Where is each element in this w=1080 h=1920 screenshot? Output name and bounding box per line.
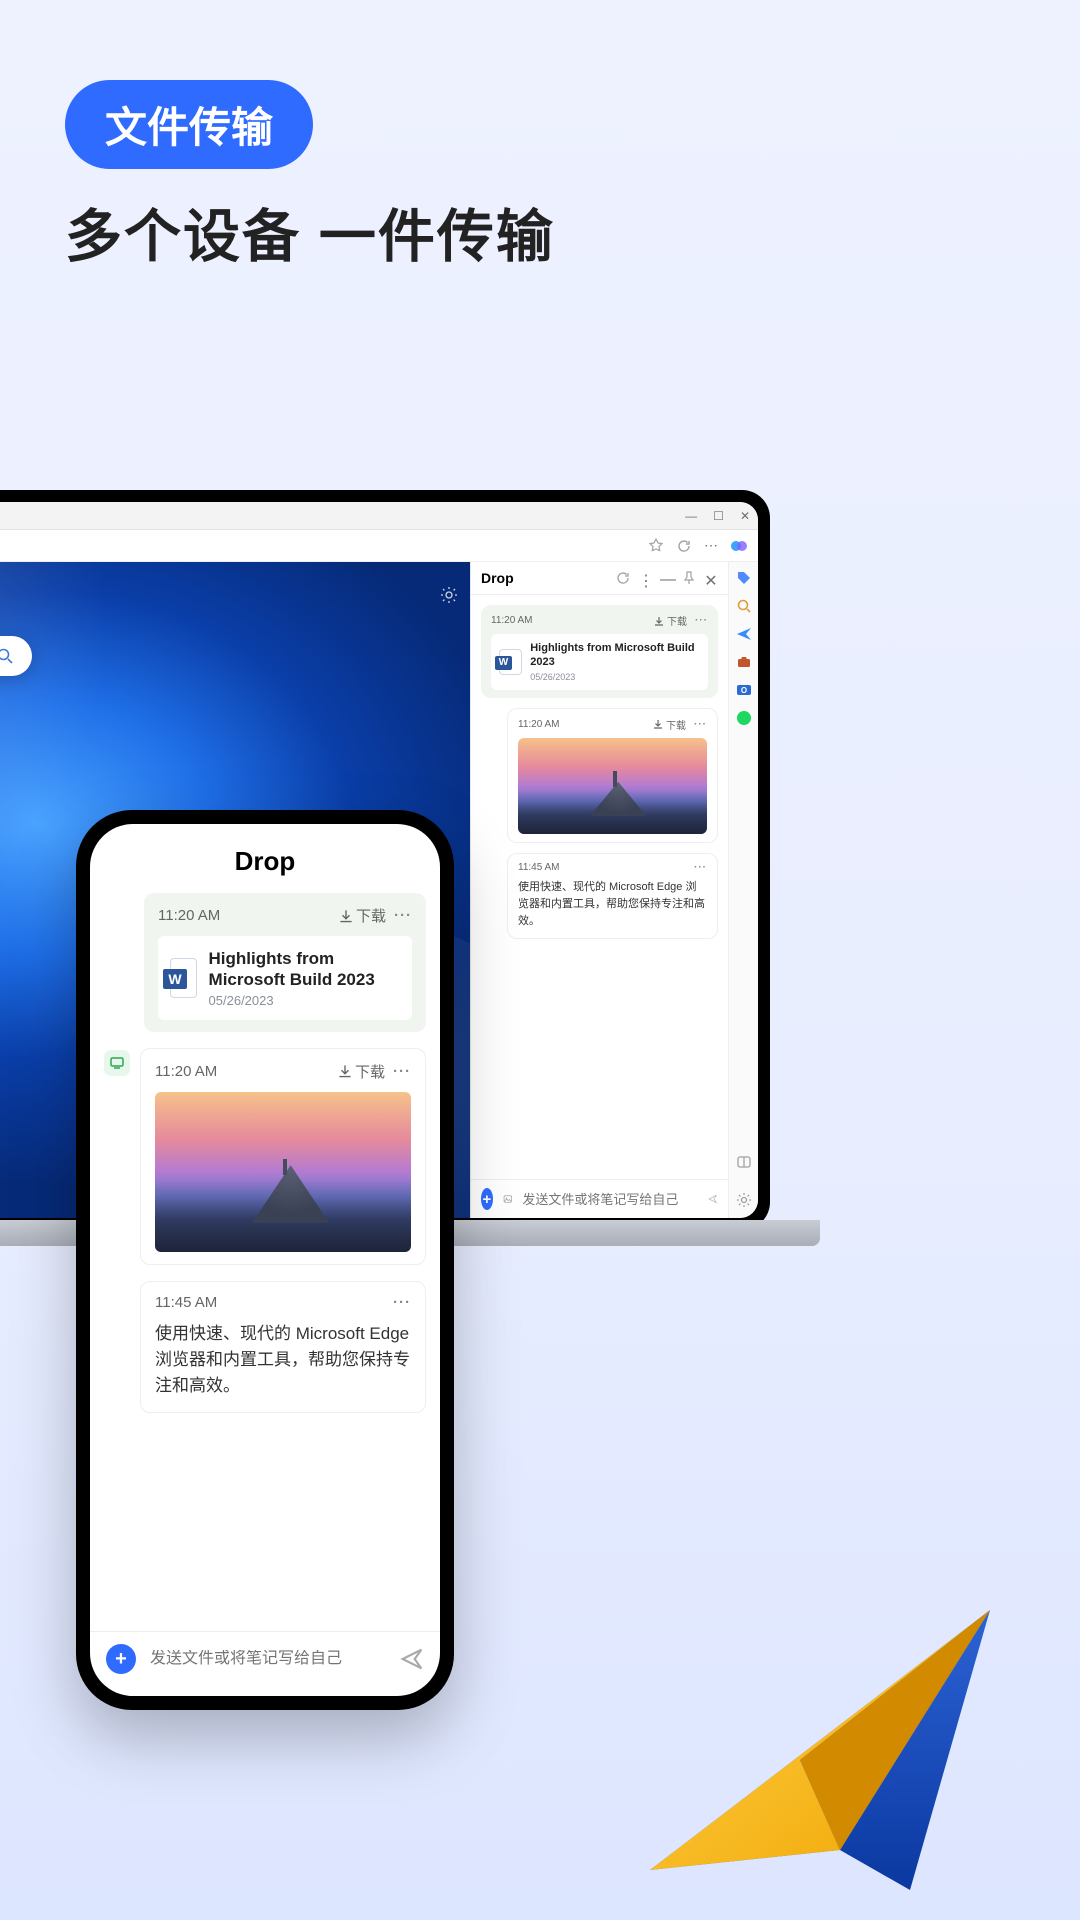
drop-card-text[interactable]: 11:45 AM ··· 使用快速、现代的 Microsoft Edge 浏览器…: [507, 853, 718, 939]
rail-settings-icon[interactable]: [736, 1192, 752, 1208]
drop-card-file[interactable]: 11:20 AM 下载 ··· Highlights from Microsof…: [144, 893, 426, 1032]
message-more-icon[interactable]: ···: [695, 615, 708, 626]
send-icon[interactable]: [708, 1190, 718, 1208]
phone-drop-title: Drop: [90, 824, 440, 893]
file-name: Highlights from Microsoft Build 2023: [530, 642, 700, 670]
rail-tag-icon[interactable]: [736, 570, 752, 586]
browser-tabstrip: — ☐ ✕: [0, 502, 758, 530]
download-button[interactable]: 下载: [653, 717, 686, 732]
download-button[interactable]: 下载: [654, 613, 687, 628]
window-close-icon[interactable]: ✕: [740, 509, 750, 523]
svg-text:O: O: [740, 686, 746, 695]
file-date: 05/26/2023: [209, 993, 400, 1008]
message-more-icon[interactable]: ···: [694, 862, 707, 873]
drop-card-photo[interactable]: 11:20 AM 下载 ···: [507, 708, 718, 843]
send-icon[interactable]: [400, 1647, 424, 1671]
sync-icon[interactable]: [616, 571, 630, 585]
pin-icon[interactable]: [682, 571, 696, 585]
browser-toolbar: ⋯: [0, 530, 758, 562]
file-attachment[interactable]: Highlights from Microsoft Build 2023 05/…: [158, 936, 412, 1020]
word-file-icon: [170, 958, 197, 998]
hero-pill: 文件传输: [65, 80, 313, 169]
hero-title: 多个设备 一件传输: [65, 191, 1015, 273]
photo-attachment[interactable]: [155, 1092, 411, 1252]
refresh-icon[interactable]: [676, 538, 692, 554]
download-button[interactable]: 下载: [339, 905, 386, 926]
file-attachment[interactable]: Highlights from Microsoft Build 2023 05/…: [491, 634, 708, 690]
window-controls: — ☐ ✕: [685, 509, 750, 523]
message-text: 使用快速、现代的 Microsoft Edge 浏览器和内置工具，帮助您保持专注…: [518, 879, 707, 930]
drop-message: 11:20 AM 下载 ··· Highlights from Microsof…: [481, 605, 718, 698]
file-name: Highlights from Microsoft Build 2023: [209, 948, 400, 991]
window-maximize-icon[interactable]: ☐: [713, 509, 724, 523]
drop-message: 11:20 AM 下载 ···: [104, 1048, 426, 1265]
panel-more-icon[interactable]: ⋮: [638, 571, 652, 585]
more-icon[interactable]: ⋯: [704, 537, 718, 554]
message-time: 11:20 AM: [155, 1063, 217, 1080]
drop-card-file[interactable]: 11:20 AM 下载 ··· Highlights from Microsof…: [481, 605, 718, 698]
drop-card-photo[interactable]: 11:20 AM 下载 ···: [140, 1048, 426, 1265]
file-date: 05/26/2023: [530, 672, 700, 682]
message-more-icon[interactable]: ···: [694, 719, 707, 730]
window-minimize-icon[interactable]: —: [685, 509, 697, 523]
favorites-icon[interactable]: [648, 538, 664, 554]
download-button[interactable]: 下载: [338, 1061, 385, 1082]
drop-message: 11:45 AM ··· 使用快速、现代的 Microsoft Edge 浏览器…: [507, 853, 718, 939]
add-button[interactable]: +: [106, 1644, 136, 1674]
compose-input[interactable]: [522, 1192, 698, 1207]
message-time: 11:45 AM: [155, 1294, 217, 1311]
rail-outlook-icon[interactable]: O: [736, 682, 752, 698]
phone-frame: Drop 11:20 AM 下载 ··· Highlights from Mic…: [76, 810, 454, 1710]
panel-minimize-icon[interactable]: —: [660, 571, 674, 585]
search-icon: [0, 647, 14, 665]
rail-briefcase-icon[interactable]: [736, 654, 752, 670]
message-more-icon[interactable]: ···: [393, 1063, 411, 1080]
message-time: 11:20 AM: [158, 907, 220, 924]
drop-panel-header: Drop ⋮ — ✕: [471, 562, 728, 595]
word-file-icon: [499, 649, 522, 675]
drop-message: 11:20 AM 下载 ··· Highlights from Microsof…: [144, 893, 426, 1032]
message-text: 使用快速、现代的 Microsoft Edge 浏览器和内置工具，帮助您保持专注…: [155, 1321, 411, 1400]
panel-close-icon[interactable]: ✕: [704, 571, 718, 585]
message-time: 11:20 AM: [518, 719, 560, 730]
message-more-icon[interactable]: ···: [393, 1294, 411, 1311]
phone-feed: 11:20 AM 下载 ··· Highlights from Microsof…: [90, 893, 440, 1631]
drop-compose-bar: +: [471, 1179, 728, 1218]
drop-message: 11:20 AM 下载 ···: [507, 708, 718, 843]
phone-compose-bar: +: [90, 1631, 440, 1696]
page-settings-icon[interactable]: [440, 586, 458, 604]
message-time: 11:20 AM: [491, 615, 533, 626]
drop-panel-title: Drop: [481, 570, 514, 586]
copilot-icon[interactable]: [730, 537, 748, 555]
browser-sidebar-rail: O: [728, 562, 758, 1218]
message-time: 11:45 AM: [518, 862, 560, 873]
hero: 文件传输 多个设备 一件传输: [0, 0, 1080, 273]
phone-screen: Drop 11:20 AM 下载 ··· Highlights from Mic…: [90, 824, 440, 1696]
rail-drop-icon[interactable]: [736, 626, 752, 642]
device-pc-icon: [104, 1050, 130, 1076]
message-more-icon[interactable]: ···: [394, 907, 412, 924]
ntp-search-bar[interactable]: [0, 636, 32, 676]
rail-split-icon[interactable]: [736, 1154, 752, 1170]
rail-search-icon[interactable]: [736, 598, 752, 614]
add-button[interactable]: +: [481, 1188, 493, 1210]
paper-plane-illustration: [610, 1570, 1030, 1910]
attach-image-icon[interactable]: [503, 1190, 513, 1208]
drop-sidebar-panel: Drop ⋮ — ✕ 11:20 AM: [470, 562, 728, 1218]
drop-message: 11:45 AM ··· 使用快速、现代的 Microsoft Edge 浏览器…: [140, 1281, 426, 1413]
rail-spotify-icon[interactable]: [736, 710, 752, 726]
drop-card-text[interactable]: 11:45 AM ··· 使用快速、现代的 Microsoft Edge 浏览器…: [140, 1281, 426, 1413]
compose-input[interactable]: [150, 1650, 386, 1668]
photo-attachment[interactable]: [518, 738, 707, 834]
drop-feed: 11:20 AM 下载 ··· Highlights from Microsof…: [471, 595, 728, 1179]
